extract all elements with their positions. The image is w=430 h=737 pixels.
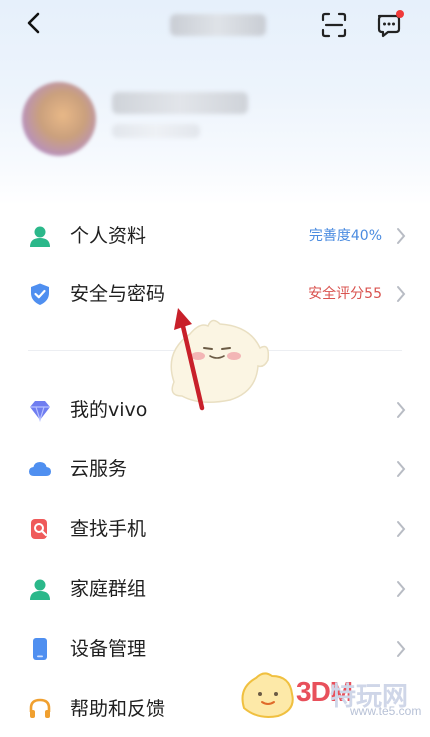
security-score-value: 安全评分55 (308, 286, 382, 302)
shield-icon (31, 283, 49, 305)
diamond-icon (30, 401, 50, 422)
headset-icon (29, 698, 51, 718)
page-title-blurred (170, 14, 266, 36)
chevron-right-icon (397, 581, 406, 597)
menu-item-find-phone[interactable]: 查找手机 (0, 501, 430, 557)
avatar[interactable] (22, 82, 96, 156)
menu-item-label: 云服务 (70, 458, 128, 480)
chevron-right-icon (397, 228, 406, 244)
chevron-right-icon (397, 641, 406, 657)
family-group-icon (30, 579, 50, 600)
chevron-right-icon (397, 286, 406, 302)
chevron-right-icon (397, 521, 406, 537)
menu-item-profile[interactable]: 个人资料 完善度40% (0, 208, 430, 264)
menu-item-device-management[interactable]: 设备管理 (0, 621, 430, 677)
menu-item-family-group[interactable]: 家庭群组 (0, 561, 430, 617)
device-icon (33, 638, 47, 660)
menu-item-cloud[interactable]: 云服务 (0, 441, 430, 497)
menu-item-label: 设备管理 (70, 638, 147, 660)
top-bar (0, 0, 430, 50)
menu-item-label: 安全与密码 (70, 283, 166, 305)
red-arrow-annotation (174, 308, 205, 411)
person-icon (30, 226, 50, 247)
notification-dot (396, 10, 404, 18)
menu-item-label: 查找手机 (70, 518, 147, 540)
watermark-url: www.te5.com (350, 704, 422, 718)
account-info-blurred (112, 124, 200, 138)
cloud-icon (29, 462, 51, 476)
scan-icon[interactable] (320, 11, 348, 39)
watermark-mascot-icon (241, 672, 294, 718)
find-phone-icon (31, 519, 48, 539)
profile-completion-value: 完善度40% (308, 228, 382, 244)
menu-item-label: 个人资料 (70, 225, 147, 247)
menu-item-label: 家庭群组 (70, 578, 147, 600)
chevron-right-icon (397, 461, 406, 477)
chevron-right-icon (397, 402, 406, 418)
menu-item-label: 我的vivo (70, 399, 148, 421)
username-blurred (112, 92, 248, 114)
menu-item-label: 帮助和反馈 (70, 698, 166, 720)
back-icon[interactable] (22, 10, 48, 36)
